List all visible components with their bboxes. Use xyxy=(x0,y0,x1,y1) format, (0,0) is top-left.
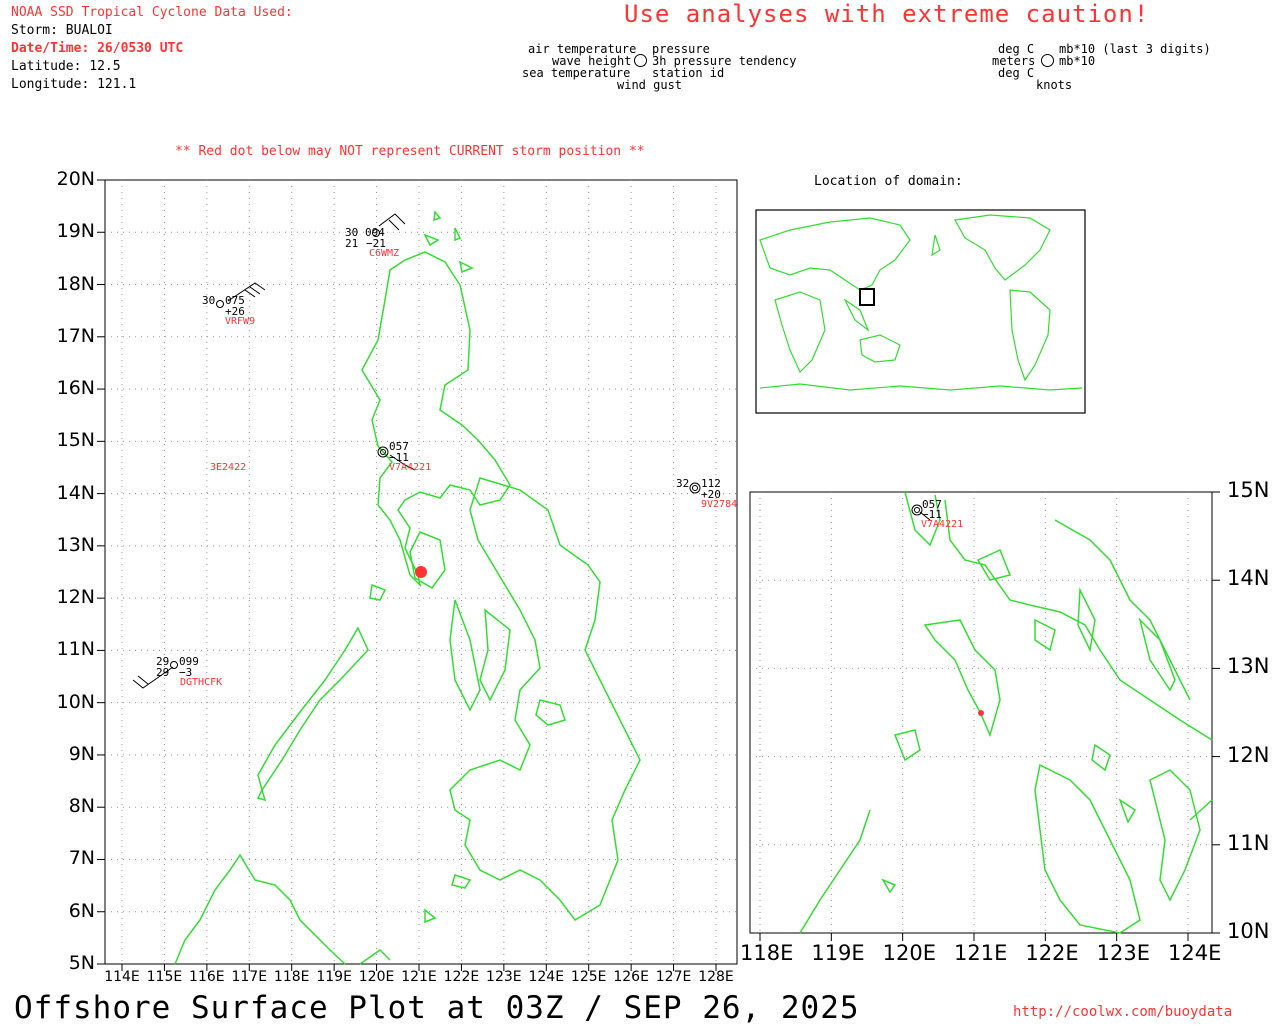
zoom-lon-label: 124E xyxy=(1168,941,1222,965)
domain-box xyxy=(859,288,875,306)
station-9v2784-air: 32 xyxy=(676,477,690,490)
zoom-lon-label: 123E xyxy=(1096,941,1151,965)
zoom-lat-label: 10N xyxy=(1227,919,1270,943)
main-lon-label: 114E xyxy=(104,969,140,985)
zoom-lat-label: 14N xyxy=(1227,566,1270,591)
main-lat-label: 20N xyxy=(56,168,95,190)
main-lon-label: 125E xyxy=(570,969,607,985)
footer-url[interactable]: http://coolwx.com/buoydata xyxy=(1013,1004,1232,1020)
station-circles xyxy=(170,229,701,669)
main-lat-label: 14N xyxy=(56,481,95,504)
main-lat-label: 11N xyxy=(56,638,95,661)
station-dgthcfk-id: DGTHCFK xyxy=(180,677,223,688)
wind-barbs xyxy=(132,213,416,689)
main-lat-label: 10N xyxy=(56,690,95,713)
main-lat-label: 7N xyxy=(68,847,95,870)
footer-title: Offshore Surface Plot at 03Z / SEP 26, 2… xyxy=(14,990,860,1026)
main-lat-label: 12N xyxy=(56,586,95,609)
zoom-lon-label: 118E xyxy=(740,941,794,965)
station-3e2422-id: 3E2422 xyxy=(210,462,247,473)
zoom-storm-dot xyxy=(978,710,984,716)
main-lat-label: 5N xyxy=(68,952,95,974)
main-lon-label: 120E xyxy=(358,969,395,985)
zoom-lon-label: 121E xyxy=(954,941,1008,965)
station-v7a4221-id: V7A4221 xyxy=(389,462,432,473)
station-9v2784-id: 9V2784 xyxy=(701,499,738,510)
main-lon-label: 124E xyxy=(528,969,565,985)
zoom-lat-label: 11N xyxy=(1227,830,1270,855)
zoom-lat-label: 12N xyxy=(1227,742,1270,767)
main-map xyxy=(97,179,738,971)
main-lon-label: 126E xyxy=(613,969,649,985)
main-lon-label: 118E xyxy=(273,969,310,985)
main-lat-label: 15N xyxy=(56,429,95,452)
main-lat-label: 18N xyxy=(56,272,95,295)
world-coastline xyxy=(759,214,1083,391)
main-lon-label: 121E xyxy=(401,969,437,985)
main-lon-label: 128E xyxy=(698,969,734,985)
zoom-lon-label: 122E xyxy=(1025,941,1079,965)
main-lat-label: 16N xyxy=(56,377,95,400)
main-ticks xyxy=(97,179,717,971)
zoom-station-id: V7A4221 xyxy=(921,519,964,530)
zoom-lon-label: 119E xyxy=(811,941,865,965)
zoom-coastline xyxy=(799,491,1213,934)
main-lat-label: 17N xyxy=(56,324,95,347)
main-lat-label: 13N xyxy=(56,533,95,556)
main-lat-label: 6N xyxy=(68,899,95,922)
main-lon-label: 123E xyxy=(486,969,522,985)
main-lat-label: 9N xyxy=(68,742,95,765)
main-lon-label: 117E xyxy=(231,969,268,985)
station-vrfw9-air: 30 xyxy=(202,294,216,307)
storm-position-dot xyxy=(415,566,427,578)
zoom-map xyxy=(749,491,1220,941)
main-lon-label: 119E xyxy=(316,969,352,985)
main-lon-label: 116E xyxy=(189,969,225,985)
main-lat-label: 19N xyxy=(56,220,95,243)
station-c6wmz-id: C6WMZ xyxy=(369,248,400,259)
main-lat-label: 8N xyxy=(68,795,95,818)
station-vrfw9-id: VRFW9 xyxy=(225,316,256,327)
zoom-ticks xyxy=(759,491,1220,941)
zoom-lat-label: 13N xyxy=(1227,654,1270,679)
map-graphics xyxy=(97,179,1220,971)
main-lon-label: 127E xyxy=(655,969,692,985)
station-dgthcfk-sea: 29 xyxy=(156,666,170,679)
locator-inset xyxy=(755,209,1086,414)
locator-title: Location of domain: xyxy=(814,174,963,189)
zoom-lat-label: 15N xyxy=(1227,478,1270,502)
main-lon-label: 122E xyxy=(443,969,480,985)
main-lon-label: 115E xyxy=(146,969,183,985)
zoom-lon-label: 120E xyxy=(882,941,937,965)
station-c6wmz-sea: 21 xyxy=(345,237,359,250)
